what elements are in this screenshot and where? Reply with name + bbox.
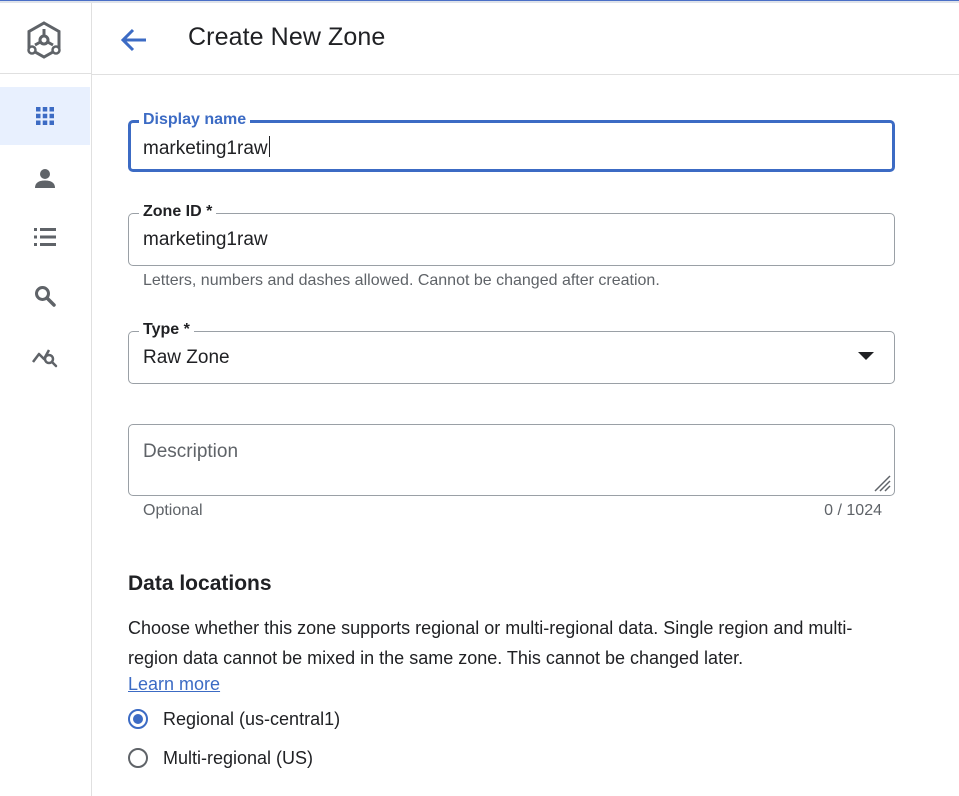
top-accent-line [0,0,959,1]
page-title: Create New Zone [188,23,386,51]
learn-more-link[interactable]: Learn more [128,674,220,695]
rail-item-person[interactable] [0,149,90,207]
radio-option-multi-regional[interactable]: Multi-regional (US) [128,745,313,771]
resize-handle-icon[interactable] [871,472,891,492]
radio-option-regional[interactable]: Regional (us-central1) [128,706,340,732]
type-value: Raw Zone [143,347,230,368]
text-cursor [268,136,270,157]
radio-button-unchecked[interactable] [128,748,148,768]
display-name-label: Display name [139,110,251,130]
rail-item-apps[interactable] [0,87,90,145]
rail-divider [0,73,91,74]
data-locations-title: Data locations [128,572,272,595]
radio-label-regional: Regional (us-central1) [163,708,341,729]
left-nav-rail [0,3,92,796]
zone-id-label: Zone ID * [139,202,217,222]
search-icon [35,286,56,307]
zone-id-field[interactable]: Zone ID * marketing1raw [128,202,895,266]
zone-id-input[interactable]: marketing1raw [143,229,268,251]
type-label: Type * [139,320,194,340]
dropdown-arrow-icon[interactable] [858,352,874,360]
display-name-value: marketing1raw [143,138,268,159]
rail-item-analytics[interactable] [0,327,90,385]
dataplex-logo-icon[interactable] [22,18,66,62]
radio-label-multi-regional: Multi-regional (US) [163,747,314,768]
arrow-back-icon [120,28,146,52]
display-name-input[interactable]: marketing1raw [143,136,270,160]
apps-grid-icon [36,107,54,125]
type-select[interactable]: Type * Raw Zone [128,320,895,384]
analytics-search-icon [32,349,58,368]
description-field[interactable]: Description [128,424,895,496]
rail-item-search[interactable] [0,267,90,325]
description-placeholder: Description [143,441,239,462]
description-counter: 0 / 1024 [824,502,882,519]
page-header: Create New Zone [92,3,959,75]
description-hint: Optional [143,502,203,519]
zone-id-hint: Letters, numbers and dashes allowed. Can… [143,272,660,289]
rail-item-list[interactable] [0,208,90,266]
back-button[interactable] [117,23,151,57]
display-name-field[interactable]: Display name marketing1raw [128,110,895,172]
person-icon [35,169,55,188]
list-icon [34,228,56,246]
radio-button-checked[interactable] [128,709,148,729]
data-locations-description: Choose whether this zone supports region… [128,618,853,668]
